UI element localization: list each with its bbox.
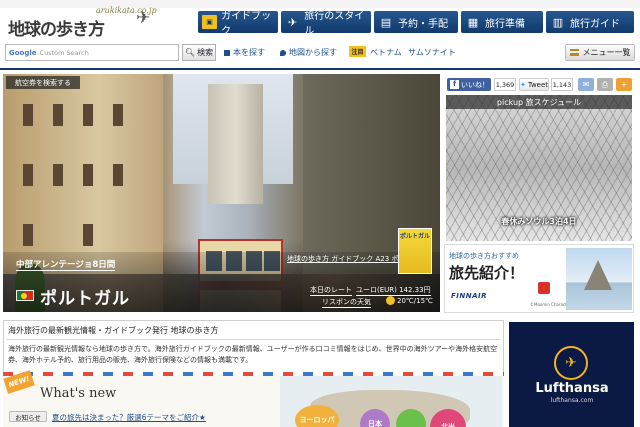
country-title[interactable]: ポルトガル (40, 284, 130, 309)
find-book-link[interactable]: 本を探す (224, 47, 265, 58)
hero-window (83, 224, 93, 246)
twitter-bird-icon: ✦ (519, 80, 526, 89)
hero-window (23, 224, 33, 246)
hero-window (83, 164, 93, 186)
nav-travel-style[interactable]: ✈ 旅行のスタイル (281, 11, 371, 37)
exchange-rate-value[interactable]: ユーロ(EUR) 142.33円 (356, 285, 431, 296)
sun-icon (386, 296, 395, 305)
search-input[interactable]: Google Custom Search (5, 44, 179, 61)
pickup-title: pickup 旅スケジュール (446, 95, 632, 109)
search-placeholder: Custom Search (39, 48, 89, 57)
news-category-tag: お知らせ (9, 411, 47, 422)
find-map-link[interactable]: 地図から探す (280, 47, 337, 58)
nav-preparation-label: 旅行準備 (485, 18, 525, 30)
flight-search-badge[interactable]: 航空券を検索する (6, 76, 80, 89)
nav-preparation[interactable]: ▦ 旅行準備 (461, 11, 543, 33)
tweet-count: 1,143 (551, 78, 573, 91)
map-pin-icon (280, 49, 286, 56)
facebook-like-button[interactable]: f いいね！ (447, 78, 491, 91)
guidebook-cover[interactable]: ポルトガル (398, 228, 432, 274)
nav-reservation[interactable]: ▤ 予約・手配 (374, 11, 458, 33)
mont-saint-michel-photo (566, 248, 632, 310)
pickup-caption[interactable]: 春休みソウル3泊4日 (446, 214, 632, 228)
tweet-button[interactable]: ✦ Tweet (519, 78, 549, 91)
plus-icon[interactable]: + (616, 78, 632, 91)
hero-window (83, 104, 93, 126)
tour-title-link[interactable]: 中部アレンテージョ8日間 (16, 258, 116, 271)
facebook-icon: f (450, 80, 459, 89)
site-intro-title: 海外旅行の最新観光情報・ガイドブック発行 地球の歩き方 (8, 326, 219, 335)
search-button-label: 検索 (197, 48, 214, 57)
header-divider (0, 68, 640, 70)
lufthansa-url: lufthansa.com (550, 397, 594, 404)
hero-tower (208, 84, 263, 204)
facebook-like-label: いいね！ (461, 80, 489, 89)
google-label: Google (9, 48, 37, 57)
whats-new-heading: What's new (40, 386, 117, 401)
logo-title: 地球の歩き方 (8, 20, 105, 40)
print-icon[interactable]: ⎙ (597, 78, 613, 91)
hero-window (53, 164, 63, 186)
finnair-logo: FINNAIR (451, 292, 488, 300)
mail-icon[interactable]: ✉ (578, 78, 594, 91)
grid-icon: ▥ (552, 15, 564, 29)
news-item-link[interactable]: 夏の旅先は決まった？厳選6テーマをご紹介★ (52, 412, 206, 423)
map-region-europe[interactable]: ヨーロッパ (295, 405, 339, 427)
exchange-rate-label[interactable]: 本日のレート (310, 285, 352, 296)
nav-guidebook[interactable]: ▣ ガイドブック (198, 11, 278, 37)
find-book-label: 本を探す (233, 48, 265, 57)
hero-window (113, 104, 123, 126)
suitcase-icon: ▦ (467, 15, 479, 29)
tweet-label: Tweet (527, 80, 549, 89)
lufthansa-name: Lufthansa (535, 381, 609, 396)
hot-link-samsonite[interactable]: サムソナイト (408, 47, 456, 58)
hero-window (53, 104, 63, 126)
menu-icon (569, 49, 579, 56)
hero-window (113, 164, 123, 186)
intro-divider (6, 339, 501, 340)
weather-temperature: 20℃/15℃ (397, 297, 433, 305)
hot-badge: 注目 (349, 46, 366, 57)
facebook-like-count: 1,369 (494, 78, 516, 91)
nav-travel-guide-label: 旅行ガイド (570, 18, 620, 30)
portugal-flag-icon (16, 290, 34, 301)
nav-travel-style-label: 旅行のスタイル (304, 11, 365, 37)
nav-travel-guide[interactable]: ▥ 旅行ガイド (546, 11, 634, 33)
nav-reservation-label: 予約・手配 (398, 18, 448, 30)
search-button[interactable]: 🔍︎ 検索 (182, 44, 216, 61)
site-logo[interactable]: arukikata.co.jp 地球の歩き方 ✈ (6, 6, 157, 40)
weather-label[interactable]: リスボンの天気 (322, 297, 371, 308)
ad-title: 旅先紹介！ (449, 264, 525, 282)
site-intro-text: 海外旅行の最新観光情報なら地球の歩き方で。海外旅行ガイドブックの最新情報、ユーザ… (8, 345, 498, 364)
menu-list-label: メニュー一覧 (582, 48, 631, 57)
guidebook-icon: ▣ (202, 15, 218, 29)
airplane-icon: ✈ (136, 8, 151, 28)
ad-pretitle: 地球の歩き方おすすめ (449, 252, 519, 260)
hero-window (23, 164, 33, 186)
find-map-label: 地図から探す (289, 48, 337, 57)
document-icon: ▤ (380, 15, 392, 29)
menu-list-button[interactable]: メニュー一覧 (565, 44, 635, 61)
airplane-icon: ✈ (288, 15, 298, 29)
nav-guidebook-label: ガイドブック (221, 11, 272, 37)
book-icon (224, 49, 230, 56)
moomin-illustration (530, 260, 558, 296)
hero-window (23, 104, 33, 126)
lufthansa-crane-icon: ✈ (554, 346, 588, 380)
search-icon: 🔍︎ (184, 48, 196, 57)
hot-link-vietnam[interactable]: ベトナム (370, 47, 402, 58)
